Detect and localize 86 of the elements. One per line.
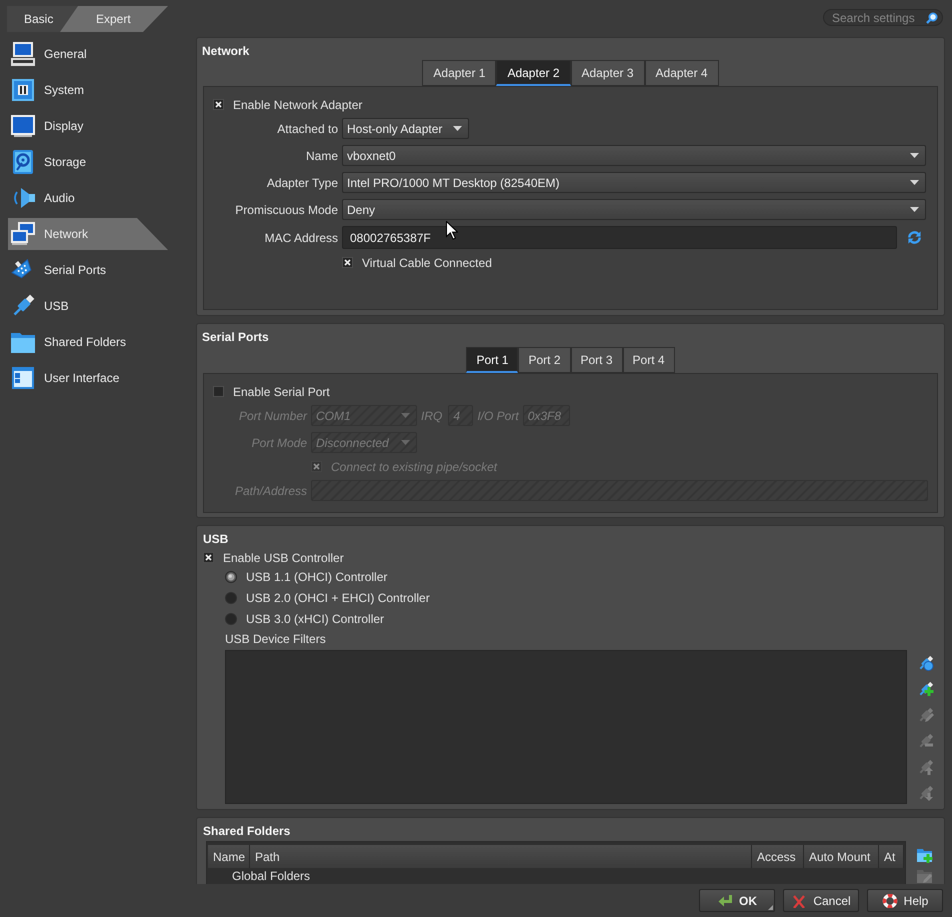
- monitor-icon: [10, 113, 36, 139]
- field-label: Name: [306, 148, 338, 164]
- sidebar-item[interactable]: Storage: [8, 146, 168, 178]
- radio-button[interactable]: [225, 571, 237, 583]
- dropdown[interactable]: Intel PRO/1000 MT Desktop (82540EM): [342, 172, 926, 193]
- cross-icon: [791, 894, 808, 908]
- caret-icon: [910, 207, 919, 212]
- dropdown[interactable]: vboxnet0: [342, 145, 926, 166]
- section-title: USB: [203, 532, 228, 546]
- field-label: IRQ: [421, 408, 442, 424]
- dropdown[interactable]: Deny: [342, 199, 926, 220]
- checkbox[interactable]: [213, 386, 224, 397]
- lifebuoy-icon: [882, 894, 898, 908]
- tab[interactable]: Adapter 4: [644, 60, 719, 86]
- tab[interactable]: Adapter 3: [570, 60, 645, 86]
- radio-label: USB 1.1 (OHCI) Controller: [246, 569, 388, 586]
- field-label: MAC Address: [264, 230, 338, 246]
- checkbox[interactable]: [311, 461, 322, 472]
- radio-label: USB 3.0 (xHCI) Controller: [246, 611, 384, 628]
- computer-icon: [10, 41, 36, 67]
- field-label: Port Mode: [252, 434, 307, 452]
- mouse-pointer-icon: [446, 221, 458, 240]
- field-label: Port Number: [238, 408, 307, 424]
- column-header[interactable]: At: [879, 845, 904, 868]
- column-header[interactable]: Name: [208, 845, 250, 868]
- usb-plug-plus-icon[interactable]: [918, 681, 934, 697]
- checkbox-label: Connect to existing pipe/socket: [331, 458, 498, 476]
- caret-icon: [453, 126, 462, 131]
- caret-icon: [910, 153, 919, 158]
- two-monitors-icon: [10, 221, 36, 247]
- sidebar-item[interactable]: System: [8, 74, 168, 106]
- chip-icon: [10, 77, 36, 103]
- radio-button[interactable]: [225, 613, 237, 625]
- sidebar-item[interactable]: USB: [8, 290, 168, 322]
- caret-icon: [401, 413, 410, 418]
- sidebar-item[interactable]: General: [8, 38, 168, 70]
- checkbox-label: Enable USB Controller: [223, 550, 344, 566]
- checkbox[interactable]: [203, 552, 214, 563]
- sidebar-item[interactable]: Shared Folders: [8, 326, 168, 358]
- mode-toggle[interactable]: Expert: [60, 6, 168, 32]
- tab[interactable]: Port 4: [622, 347, 675, 373]
- tab[interactable]: Port 3: [570, 347, 623, 373]
- window-layout-icon: [10, 365, 36, 391]
- dialog-button[interactable]: Help: [867, 889, 943, 912]
- checkbox[interactable]: [342, 257, 353, 268]
- field-label: I/O Port: [477, 408, 519, 424]
- column-header[interactable]: Auto Mount: [804, 845, 879, 868]
- dialog-button[interactable]: OK: [699, 889, 775, 912]
- search-field[interactable]: Search settings: [823, 9, 943, 26]
- radio-label: USB 2.0 (OHCI + EHCI) Controller: [246, 590, 430, 607]
- caret-icon: [401, 440, 410, 445]
- checkbox-label: Virtual Cable Connected: [362, 254, 492, 272]
- mac-address-field[interactable]: 08002765387F: [342, 226, 897, 249]
- tab[interactable]: Adapter 2: [496, 60, 570, 86]
- list-label: USB Device Filters: [225, 632, 326, 646]
- field-label: Adapter Type: [266, 174, 338, 192]
- tab[interactable]: Port 1: [466, 347, 518, 373]
- folder-plus-icon[interactable]: [917, 847, 933, 863]
- radio-button[interactable]: [225, 592, 237, 604]
- sidebar-item[interactable]: Audio: [8, 182, 168, 214]
- column-header[interactable]: Access: [752, 845, 804, 868]
- sidebar-item[interactable]: Serial Ports: [8, 254, 168, 286]
- column-header[interactable]: Path: [250, 845, 752, 868]
- dialog-button[interactable]: Cancel: [783, 889, 859, 912]
- sidebar-item[interactable]: Display: [8, 110, 168, 142]
- section-title: Serial Ports: [201, 330, 270, 344]
- refresh-icon[interactable]: [907, 230, 922, 245]
- tab[interactable]: Adapter 1: [422, 60, 496, 86]
- checkbox-label: Enable Serial Port: [233, 384, 330, 400]
- arrow-icon: [717, 894, 733, 908]
- field-label: Promiscuous Mode: [235, 202, 338, 218]
- sidebar-item[interactable]: Network: [8, 218, 168, 250]
- sidebar-item[interactable]: User Interface: [8, 362, 168, 394]
- tab[interactable]: Port 2: [518, 347, 570, 373]
- field-label: Attached to: [277, 120, 338, 138]
- section-title: Network: [201, 44, 250, 58]
- mode-toggle[interactable]: Basic: [7, 6, 60, 32]
- section-title: Shared Folders: [203, 824, 290, 838]
- checkbox[interactable]: [213, 99, 224, 110]
- search-icon[interactable]: [926, 12, 938, 24]
- tree-group-row[interactable]: Global Folders: [232, 867, 310, 884]
- dropdown[interactable]: Host-only Adapter: [342, 118, 469, 139]
- caret-icon: [910, 180, 919, 185]
- checkbox-label: Enable Network Adapter: [233, 96, 362, 114]
- default-corner-icon: [768, 905, 773, 910]
- field-label: Path/Address: [234, 482, 307, 500]
